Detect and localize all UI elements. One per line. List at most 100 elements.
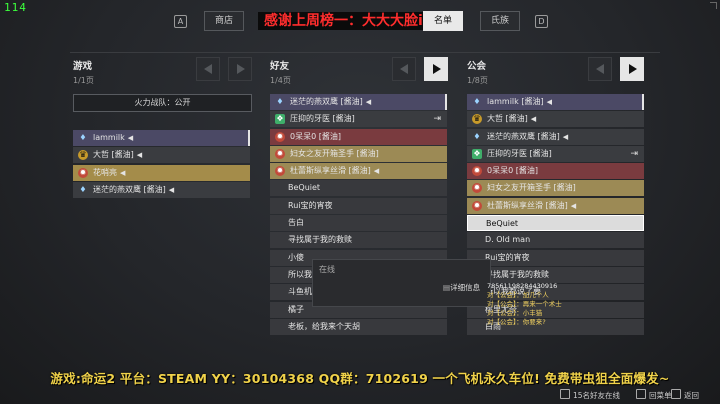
- player-name: 0呆呆0: [487, 166, 514, 176]
- friends_list-name: 压抑的牙医 [酱油]: [290, 111, 355, 127]
- chat-channel: 对【公会】：: [487, 300, 523, 308]
- chat-message: 对【公会】：再来一个术士: [487, 300, 647, 309]
- green-emblem-icon: ❖: [472, 148, 482, 159]
- clan_list-name: 大哲 [酱油] ◀: [487, 111, 536, 127]
- clan-tag: [酱油]: [354, 148, 379, 158]
- clan_list-row[interactable]: BeQuiet: [467, 215, 644, 232]
- clan_list-name: lammilk [酱油] ◀: [487, 94, 552, 110]
- details-button[interactable]: ▤详细信息: [443, 282, 480, 293]
- menu-icon: [636, 389, 646, 399]
- friends_list-name: 妇女之友开箱圣手 [酱油]: [290, 146, 379, 162]
- friends_list-row[interactable]: ♦ 迷茫的燕双鹰 [酱油] ◀: [270, 94, 447, 110]
- player-name: lammilk: [93, 133, 125, 142]
- friends_list-name: 老板，给我来个天胡: [288, 319, 360, 335]
- chat-channel: 对【公会】：: [487, 318, 523, 326]
- friends_list-name: 所以我: [288, 267, 312, 283]
- tab-roster[interactable]: 名单: [423, 11, 463, 31]
- clan-column-header: 公会 1/8页: [467, 58, 488, 86]
- clan-tag: [酱油]: [109, 150, 134, 160]
- friends_list-row[interactable]: BeQuiet: [270, 180, 447, 197]
- friends_list-row[interactable]: 老板，给我来个天胡: [270, 318, 447, 335]
- clan_list-row[interactable]: ❖ 压抑的牙医 [酱油] ⇥: [467, 145, 644, 162]
- clan_list-row[interactable]: ♛ 大哲 [酱油] ◀: [467, 111, 644, 128]
- red-emblem-icon: ✹: [78, 167, 88, 178]
- player-name: lammilk: [487, 97, 519, 106]
- chat-channel: 对【公会】：: [487, 309, 523, 317]
- join-icon[interactable]: ⇥: [630, 146, 638, 162]
- clan-column-title: 公会: [467, 61, 487, 72]
- friends_list-row[interactable]: ❖ 压抑的牙医 [酱油] ⇥: [270, 111, 447, 128]
- chat-text: 加几个人: [522, 291, 549, 299]
- speaker-icon: ◀: [168, 185, 175, 194]
- tab-store[interactable]: 商店: [204, 11, 244, 31]
- clan_list-name: 寻找属于我的救赎: [485, 267, 549, 283]
- friends_list-name: Rui宝的宵夜: [288, 198, 333, 214]
- clan_list-row[interactable]: ✹ 0呆呆0 [酱油]: [467, 163, 644, 180]
- join-icon[interactable]: ⇥: [433, 111, 441, 127]
- fireteam-privacy-button[interactable]: 火力战队：公开: [73, 94, 252, 112]
- friends-column-page: 1/4页: [270, 76, 291, 85]
- clan_list-name: BeQuiet: [486, 216, 518, 230]
- game-player-list: ♦ lammilk ◀ ♛ 大哲 [酱油] ◀ ✹ 花哨亮 ◀ ♦ 迷茫的燕双鹰 [酱油] ◀: [73, 130, 250, 199]
- clan-tag: [酱油]: [513, 166, 538, 176]
- friends_list-row[interactable]: Rui宝的宵夜: [270, 197, 447, 214]
- game_list-row[interactable]: ✹ 花哨亮 ◀: [73, 164, 250, 181]
- friends-list-scrollbar[interactable]: [445, 94, 447, 110]
- chat-text: 你要来?: [522, 318, 546, 326]
- chevron-right-icon: [629, 64, 637, 74]
- details-label: 详细信息: [450, 283, 481, 292]
- friends_list-row[interactable]: 告白: [270, 215, 447, 232]
- game_list-row[interactable]: ♦ lammilk ◀: [73, 130, 250, 146]
- emblem-icon: ♛: [78, 150, 88, 161]
- friends-next-page-button[interactable]: [424, 57, 448, 81]
- chat-text: 再来一个术士: [522, 300, 562, 308]
- speaker-icon: ◀: [562, 132, 569, 141]
- clan_list-row[interactable]: ✹ 妇女之友开箱圣手 [酱油]: [467, 180, 644, 197]
- menu-button[interactable]: 回菜单: [636, 389, 672, 401]
- game-list-scrollbar[interactable]: [248, 130, 250, 146]
- clan_list-row[interactable]: ♦ 迷茫的燕双鹰 [酱油] ◀: [467, 128, 644, 145]
- friends_list-row[interactable]: ✹ 妇女之友开箱圣手 [酱油]: [270, 145, 447, 162]
- clan_list-row[interactable]: 寻找属于我的救赎: [467, 266, 644, 283]
- clan-tag: [酱油]: [551, 183, 576, 193]
- clan-next-page-button[interactable]: [620, 57, 644, 81]
- clan_list-row[interactable]: ♦ lammilk [酱油] ◀: [467, 94, 644, 110]
- chat-message: 对【公会】：小丰猫: [487, 309, 647, 318]
- speaker-icon: ◀: [365, 98, 372, 106]
- friends_list-row[interactable]: ✹ 0呆呆0 [酱油]: [270, 128, 447, 145]
- clan_list-row[interactable]: D. Old man: [467, 232, 644, 249]
- clan_list-name: 杜蕾斯纵享丝滑 [酱油] ◀: [487, 198, 576, 214]
- back-button[interactable]: 返回: [671, 389, 699, 401]
- player-name: 迷茫的燕双鹰: [487, 131, 535, 141]
- chat-message: 对【公会】：你要来?: [487, 318, 647, 327]
- game-column-title: 游戏: [73, 61, 93, 72]
- game-next-page-button[interactable]: [228, 57, 252, 81]
- clan_list-row[interactable]: Rui宝的宵夜: [467, 249, 644, 266]
- game_list-name: 迷茫的燕双鹰 [酱油] ◀: [93, 182, 174, 198]
- game-prev-page-button[interactable]: [196, 57, 220, 81]
- clan-list-scrollbar[interactable]: [642, 94, 644, 110]
- friends-column-header: 好友 1/4页: [270, 58, 291, 86]
- speaker-icon: ◀: [530, 115, 537, 124]
- game_list-name: 大哲 [酱油] ◀: [93, 147, 142, 163]
- friends_list-row[interactable]: 寻找属于我的救赎: [270, 232, 447, 249]
- player-context-menu: 在线 ▤详细信息: [312, 259, 491, 307]
- friends-prev-page-button[interactable]: [392, 57, 416, 81]
- speaker-icon: ◀: [546, 98, 552, 106]
- friends_list-name: 0呆呆0 [酱油]: [290, 129, 341, 145]
- tab-clan[interactable]: 氏族: [480, 11, 520, 31]
- game_list-name: 花哨亮 ◀: [93, 165, 125, 181]
- friends_list-row[interactable]: ✹ 杜蕾斯纵享丝滑 [酱油] ◀: [270, 163, 447, 180]
- clan-prev-page-button[interactable]: [588, 57, 612, 81]
- flame-icon: ♦: [79, 184, 87, 194]
- flame-icon: ♦: [79, 133, 87, 142]
- game-column-page: 1/1页: [73, 76, 94, 85]
- clan_list-row[interactable]: ✹ 杜蕾斯纵享丝滑 [酱油] ◀: [467, 197, 644, 214]
- player-name: 所以我: [288, 269, 312, 279]
- chat-message: 78561198284430916: [487, 282, 647, 291]
- game_list-row[interactable]: ♦ 迷茫的燕双鹰 [酱油] ◀: [73, 181, 250, 198]
- player-name: 压抑的牙医: [290, 114, 330, 124]
- game_list-row[interactable]: ♛ 大哲 [酱油] ◀: [73, 147, 250, 164]
- player-name: 橘子: [288, 304, 304, 314]
- chevron-left-icon: [400, 64, 408, 74]
